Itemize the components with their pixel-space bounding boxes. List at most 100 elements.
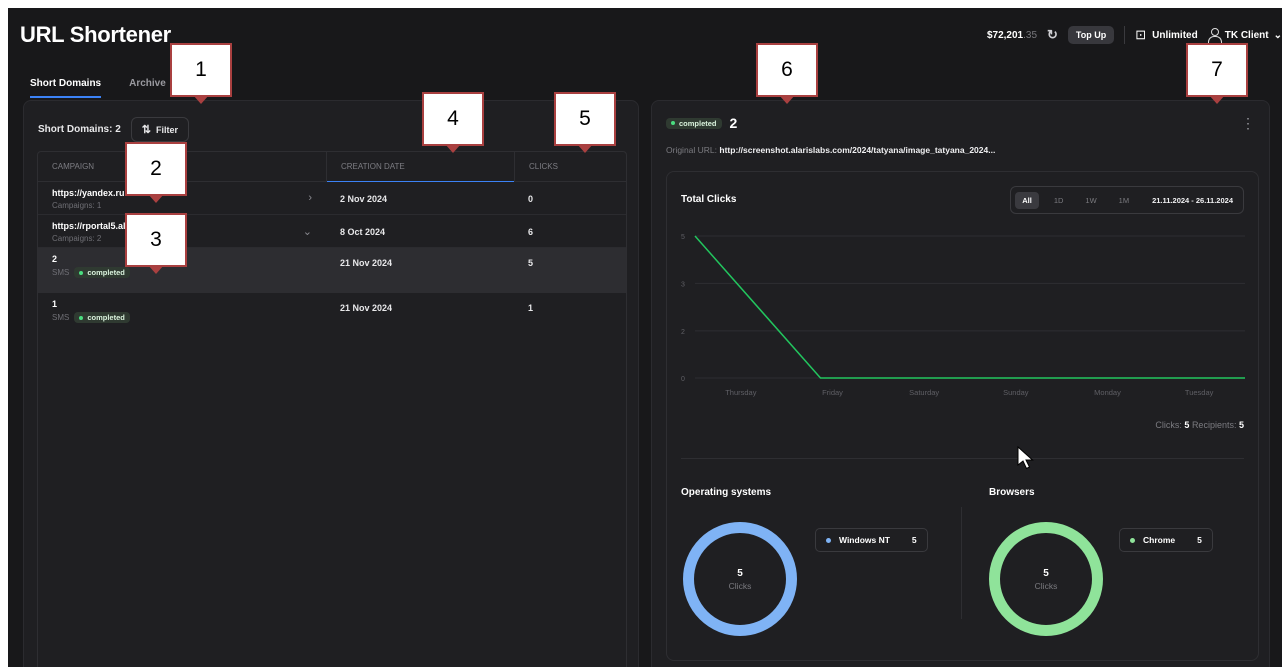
campaign-cell: 1 SMS completed — [38, 293, 326, 338]
mouse-pointer-icon — [1017, 446, 1034, 470]
column-clicks[interactable]: CLICKS — [514, 152, 626, 181]
date-range-picker[interactable]: 21.11.2024 - 26.11.2024 — [1152, 196, 1233, 205]
short-domains-panel: Short Domains: 2 ⇅ Filter CAMPAIGN CREATI… — [23, 100, 639, 667]
recipients-label: Recipients: — [1191, 420, 1237, 430]
status-label: completed — [87, 268, 125, 277]
tab-bar: Short Domains Archive — [30, 78, 166, 98]
browsers-title: Browsers — [989, 487, 1035, 498]
balance: $72,201.35 — [987, 30, 1037, 41]
legend-dot — [826, 537, 831, 543]
total-clicks-chart: 0 2 3 5 Thursday Friday Saturday Sunday Monday Tu… — [681, 234, 1245, 397]
status-label: completed — [87, 313, 125, 322]
tab-archive[interactable]: Archive — [129, 78, 166, 98]
callout-6: 6 — [756, 43, 818, 104]
callout-1: 1 — [170, 43, 232, 104]
recipients-value: 5 — [1238, 420, 1244, 430]
totals-summary: Clicks: 5 Recipients: 5 — [1155, 420, 1244, 430]
stats-card: Total Clicks All 1D 1W 1M 21.11.2024 - 2… — [666, 171, 1259, 661]
operating-systems-title: Operating systems — [681, 487, 772, 498]
legend-name: Chrome — [1143, 535, 1176, 545]
browser-donut-chart: 5 Clicks — [989, 522, 1103, 636]
column-creation-date[interactable]: CREATION DATE — [326, 152, 514, 182]
x-tick-label: Saturday — [909, 388, 939, 397]
user-icon — [1207, 28, 1222, 43]
table-row[interactable]: 1 SMS completed 21 Nov 2024 1 — [38, 293, 626, 338]
donut-value: 5 — [737, 567, 743, 579]
y-tick-label: 2 — [681, 329, 685, 336]
campaign-name: 2 — [729, 115, 738, 131]
more-options-icon[interactable]: ⋮ — [1241, 115, 1255, 132]
y-tick-label: 3 — [681, 281, 685, 288]
domain-title: https://rportal5.alarislabs.com — [52, 221, 181, 231]
series-line — [694, 235, 1245, 379]
y-tick-label: 5 — [681, 234, 685, 241]
chevron-down-icon: ⌄ — [1273, 29, 1282, 41]
donut-label: Clicks — [728, 580, 752, 591]
status-dot — [79, 315, 84, 320]
plan-label: Unlimited — [1152, 29, 1198, 41]
clicks-total-value: 5 — [1184, 420, 1190, 430]
refresh-icon[interactable]: ↻ — [1047, 27, 1058, 43]
detail-header: completed 2 — [666, 115, 737, 131]
callout-3: 3 — [125, 213, 187, 274]
campaign-title: 2 — [52, 254, 58, 264]
plan-icon: ⊡ — [1135, 27, 1147, 42]
total-clicks-title: Total Clicks — [681, 194, 737, 205]
clicks-cell: 5 — [528, 258, 534, 268]
date-cell: 21 Nov 2024 — [340, 258, 393, 268]
plan-indicator[interactable]: ⊡ Unlimited — [1135, 27, 1197, 43]
topbar-divider — [1124, 26, 1126, 44]
callout-4: 4 — [422, 92, 484, 153]
range-1d-button[interactable]: 1D — [1047, 192, 1071, 209]
os-legend-item[interactable]: Windows NT 5 — [815, 528, 928, 552]
donut-center: 5 Clicks — [1000, 533, 1092, 625]
tab-short-domains[interactable]: Short Domains — [30, 78, 102, 98]
domain-campaigns: Campaigns: 2 — [52, 234, 102, 243]
donut-center: 5 Clicks — [694, 533, 786, 625]
chevron-right-icon[interactable]: › — [308, 192, 312, 204]
clicks-cell: 1 — [528, 303, 534, 313]
status-dot — [671, 121, 675, 125]
filter-icon: ⇅ — [141, 124, 152, 136]
x-tick-label: Sunday — [1003, 388, 1029, 397]
original-url: Original URL: http://screenshot.alarisla… — [666, 145, 995, 155]
x-tick-label: Thursday — [725, 388, 757, 397]
legend-name: Windows NT — [839, 535, 890, 545]
campaign-channel: SMS — [52, 313, 70, 322]
user-menu[interactable]: TK Client ⌄ — [1207, 28, 1282, 43]
chevron-down-icon[interactable]: ⌄ — [303, 225, 312, 238]
donut-label: Clicks — [1034, 580, 1058, 591]
status-badge: completed — [666, 117, 722, 129]
filter-button[interactable]: ⇅ Filter — [130, 117, 190, 142]
date-range-selector: All 1D 1W 1M 21.11.2024 - 26.11.2024 — [1010, 186, 1244, 214]
callout-5: 5 — [554, 92, 616, 153]
user-name: TK Client — [1224, 29, 1269, 41]
status-badge: completed — [74, 267, 130, 278]
os-donut-chart: 5 Clicks — [683, 522, 797, 636]
browser-legend-item[interactable]: Chrome 5 — [1119, 528, 1213, 552]
legend-dot — [1130, 537, 1135, 543]
range-1m-button[interactable]: 1M — [1112, 192, 1136, 209]
clicks-total-label: Clicks: — [1155, 420, 1182, 430]
status-dot — [79, 270, 84, 275]
domain-title: https://yandex.ru — [52, 188, 125, 198]
clicks-cell: 0 — [528, 194, 534, 204]
domains-header: Short Domains: 2 ⇅ Filter — [38, 117, 190, 142]
range-all-button[interactable]: All — [1015, 191, 1039, 209]
filter-label: Filter — [156, 124, 179, 135]
x-tick-label: Monday — [1094, 388, 1121, 397]
original-url-value[interactable]: http://screenshot.alarislabs.com/2024/ta… — [719, 145, 995, 155]
y-tick-label: 0 — [681, 376, 685, 383]
app-window: URL Shortener $72,201.35 ↻ Top Up ⊡ Unlim… — [8, 8, 1282, 667]
date-cell: 2 Nov 2024 — [340, 194, 388, 204]
legend-value: 5 — [911, 535, 917, 545]
callout-7: 7 — [1186, 43, 1248, 104]
range-1w-button[interactable]: 1W — [1078, 192, 1103, 209]
balance-main: $72,201 — [986, 29, 1024, 41]
original-url-label: Original URL: — [666, 145, 718, 155]
top-up-button[interactable]: Top Up — [1067, 26, 1115, 44]
campaign-meta: SMS completed — [52, 267, 326, 278]
domain-campaigns: Campaigns: 1 — [52, 201, 102, 210]
clicks-cell: 6 — [528, 227, 534, 237]
campaign-channel: SMS — [52, 268, 70, 277]
